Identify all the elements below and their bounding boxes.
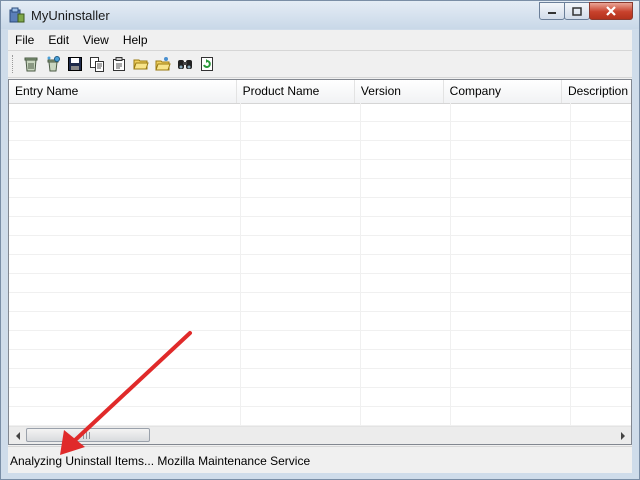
scrollbar-grip [83, 432, 91, 439]
list-body[interactable] [9, 103, 631, 427]
status-text: Analyzing Uninstall Items... Mozilla Mai… [10, 454, 311, 468]
empty-row [9, 179, 631, 198]
properties-icon [113, 57, 125, 71]
column-header-description[interactable]: Description [562, 80, 631, 103]
empty-row [9, 198, 631, 217]
column-header-company[interactable]: Company [444, 80, 562, 103]
menu-help[interactable]: Help [116, 30, 155, 50]
find-icon [178, 60, 192, 69]
uninstall-icon [24, 57, 38, 72]
uninstall-button[interactable] [20, 53, 42, 75]
column-gridline [240, 103, 241, 427]
empty-row [9, 369, 631, 388]
save-icon [68, 57, 82, 71]
close-button[interactable] [589, 2, 633, 20]
open-folder-icon [133, 59, 149, 70]
app-window: MyUninstaller File Edit View Help Entry … [0, 0, 640, 480]
status-bar: Analyzing Uninstall Items... Mozilla Mai… [8, 446, 632, 473]
empty-row [9, 103, 631, 122]
window-title: MyUninstaller [31, 8, 110, 23]
empty-row [9, 388, 631, 407]
save-button[interactable] [64, 53, 86, 75]
open-folder-button[interactable] [130, 53, 152, 75]
copy-icon [90, 57, 104, 72]
client-area: File Edit View Help Entry Name Product N… [8, 30, 632, 473]
minimize-icon [548, 12, 556, 14]
maximize-button[interactable] [564, 2, 590, 20]
empty-row [9, 255, 631, 274]
empty-row [9, 274, 631, 293]
app-icon [9, 7, 25, 23]
advanced-uninstall-button[interactable] [42, 53, 64, 75]
column-gridline [450, 103, 451, 427]
column-gridline [360, 103, 361, 427]
column-header-version[interactable]: Version [355, 80, 444, 103]
caption-buttons [539, 2, 633, 20]
scroll-right-button[interactable] [614, 427, 631, 444]
menu-file[interactable]: File [8, 30, 41, 50]
open-folder-alt-icon [155, 57, 171, 71]
empty-row [9, 236, 631, 255]
toolbar-grip[interactable] [12, 55, 16, 73]
scroll-left-button[interactable] [9, 427, 26, 444]
refresh-button[interactable] [196, 53, 218, 75]
entries-list-view[interactable]: Entry Name Product Name Version Company … [8, 79, 632, 445]
properties-button[interactable] [108, 53, 130, 75]
copy-button[interactable] [86, 53, 108, 75]
empty-row [9, 141, 631, 160]
empty-row [9, 312, 631, 331]
menu-view[interactable]: View [76, 30, 116, 50]
refresh-icon [201, 57, 213, 71]
advanced-uninstall-icon [47, 56, 60, 72]
column-header-product-name[interactable]: Product Name [237, 80, 355, 103]
empty-row [9, 160, 631, 179]
horizontal-scrollbar[interactable] [9, 426, 631, 444]
close-icon [606, 6, 616, 16]
title-bar[interactable]: MyUninstaller [1, 1, 639, 29]
find-button[interactable] [174, 53, 196, 75]
empty-row [9, 293, 631, 312]
menu-edit[interactable]: Edit [41, 30, 76, 50]
column-gridline [570, 103, 571, 427]
menu-bar: File Edit View Help [8, 30, 632, 51]
empty-row [9, 122, 631, 141]
scroll-left-icon [15, 431, 20, 440]
toolbar [8, 51, 632, 78]
empty-row [9, 331, 631, 350]
minimize-button[interactable] [539, 2, 565, 20]
empty-row [9, 407, 631, 426]
maximize-icon [572, 6, 582, 16]
scrollbar-thumb[interactable] [26, 428, 150, 442]
list-header: Entry Name Product Name Version Company … [9, 80, 631, 104]
empty-row [9, 350, 631, 369]
empty-row [9, 217, 631, 236]
scroll-right-icon [620, 431, 625, 440]
open-folder-alt-button[interactable] [152, 53, 174, 75]
column-header-entry-name[interactable]: Entry Name [9, 80, 237, 103]
